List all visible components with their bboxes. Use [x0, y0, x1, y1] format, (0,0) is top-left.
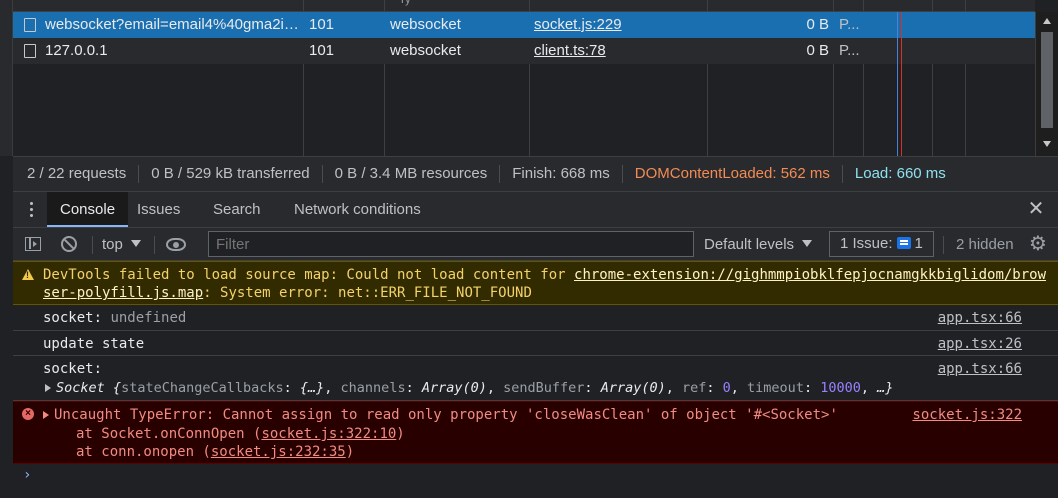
request-row-websocket[interactable]: websocket?email=email4%40gma2il... 101 w…: [13, 12, 1035, 38]
warning-icon: [22, 269, 34, 280]
request-status: 101: [309, 16, 335, 33]
request-type: websocket: [390, 42, 461, 59]
console-toolbar: top Default levels 1 Issue: 1 2 hidden ⚙: [13, 228, 1058, 261]
expand-triangle-icon[interactable]: [45, 384, 51, 392]
issues-counter-button[interactable]: 1 Issue: 1: [829, 231, 934, 257]
log-label: socket:: [43, 361, 103, 377]
issues-count: 1: [914, 235, 923, 252]
console-filter-input[interactable]: [208, 231, 694, 257]
close-drawer-icon[interactable]: ✕: [1026, 199, 1046, 219]
console-log-row: socket: app.tsx:66 Socket {stateChangeCa…: [13, 356, 1058, 401]
issue-message-icon: [896, 237, 911, 249]
live-expression-eye-icon[interactable]: [166, 238, 186, 251]
tab-console[interactable]: Console: [47, 192, 129, 227]
request-size: 0 B: [806, 16, 829, 33]
scroll-up-arrow-icon[interactable]: [1043, 18, 1051, 24]
request-type: websocket: [390, 16, 461, 33]
request-row-localhost[interactable]: 127.0.0.1 101 websocket client.ts:78 0 B…: [13, 38, 1035, 64]
log-source-link[interactable]: app.tsx:66: [938, 310, 1022, 326]
console-settings-gear-icon[interactable]: ⚙: [1028, 234, 1048, 254]
type-column-header[interactable]: Ty: [399, 0, 411, 6]
console-log-row: update state app.tsx:26: [13, 331, 1058, 356]
table-header: Ty: [13, 0, 1035, 12]
log-levels-dropdown[interactable]: Default levels: [704, 228, 813, 261]
network-request-table: Ty websocket?email=email4%40gma2il... 10…: [0, 0, 1058, 156]
tab-network-conditions[interactable]: Network conditions: [281, 192, 434, 227]
log-label: update state: [43, 336, 145, 352]
socket-object-preview[interactable]: Socket {stateChangeCallbacks: {…}, chann…: [45, 380, 893, 396]
summary-load: Load: 660 ms: [854, 165, 946, 182]
request-priority: P...: [839, 16, 860, 33]
load-marker: [901, 12, 902, 156]
panel-edge: [0, 0, 13, 156]
tab-search[interactable]: Search: [200, 192, 274, 227]
table-scrollbar[interactable]: [1035, 12, 1058, 156]
request-initiator-link[interactable]: socket.js:229: [534, 12, 622, 38]
log-label: socket:: [43, 310, 103, 326]
error-icon: ×: [22, 408, 34, 420]
source-map-url-link-cont[interactable]: ser-polyfill.js.map: [43, 285, 203, 301]
request-size: 0 B: [806, 42, 829, 59]
chevron-down-icon: [130, 240, 141, 247]
console-messages: DevTools failed to load source map: Coul…: [13, 261, 1058, 498]
request-initiator-link[interactable]: client.ts:78: [534, 38, 606, 64]
show-sidebar-icon[interactable]: [25, 237, 41, 251]
warning-error-text: : System error: net::ERR_FILE_NOT_FOUND: [203, 285, 532, 301]
log-value: undefined: [110, 310, 187, 326]
more-tabs-icon[interactable]: [30, 202, 34, 218]
hidden-messages-count: 2 hidden: [956, 236, 1014, 253]
error-source-link[interactable]: socket.js:322: [912, 407, 1022, 423]
console-log-row: socket: undefined app.tsx:66: [13, 305, 1058, 331]
request-name[interactable]: 127.0.0.1: [45, 38, 299, 64]
warning-text: DevTools failed to load source map: Coul…: [43, 267, 575, 283]
stack-frame-link[interactable]: socket.js:322:10: [261, 426, 396, 442]
log-source-link[interactable]: app.tsx:26: [938, 336, 1022, 352]
context-selector[interactable]: top: [102, 228, 141, 261]
expand-triangle-icon[interactable]: [43, 411, 49, 419]
dom-content-loaded-marker: [897, 12, 898, 156]
log-source-link[interactable]: app.tsx:66: [938, 361, 1022, 377]
summary-finish: Finish: 668 ms: [500, 165, 623, 183]
summary-requests: 2 / 22 requests: [13, 165, 140, 183]
log-levels-label: Default levels: [704, 236, 795, 253]
request-name[interactable]: websocket?email=email4%40gma2il...: [45, 12, 299, 38]
clear-console-icon[interactable]: [61, 236, 77, 252]
request-priority: P...: [839, 42, 860, 59]
tab-issues[interactable]: Issues: [124, 192, 193, 227]
drawer-tab-bar: Console Issues Search Network conditions…: [13, 192, 1058, 228]
context-label: top: [102, 236, 123, 253]
chevron-down-icon: [802, 240, 813, 247]
error-text: Uncaught TypeError: Cannot assign to rea…: [54, 407, 838, 423]
source-map-url-link[interactable]: chrome-extension://gighmmpiobklfepjocnam…: [574, 267, 1046, 283]
request-status: 101: [309, 42, 335, 59]
warning-message: DevTools failed to load source map: Coul…: [13, 261, 1058, 305]
summary-resources: 0 B / 3.4 MB resources: [323, 165, 501, 183]
stack-frame-link[interactable]: socket.js:232:35: [211, 444, 346, 460]
summary-dom-content-loaded: DOMContentLoaded: 562 ms: [623, 165, 843, 183]
request-checkbox[interactable]: [24, 44, 36, 58]
console-prompt[interactable]: ›: [23, 467, 31, 483]
request-checkbox[interactable]: [24, 18, 36, 32]
scroll-down-arrow-icon[interactable]: [1043, 141, 1051, 147]
scroll-thumb[interactable]: [1041, 32, 1053, 128]
error-message: × Uncaught TypeError: Cannot assign to r…: [13, 401, 1058, 464]
network-summary-bar: 2 / 22 requests 0 B / 529 kB transferred…: [13, 156, 1058, 192]
issues-label: 1 Issue:: [840, 235, 893, 252]
summary-transferred: 0 B / 529 kB transferred: [139, 165, 323, 183]
